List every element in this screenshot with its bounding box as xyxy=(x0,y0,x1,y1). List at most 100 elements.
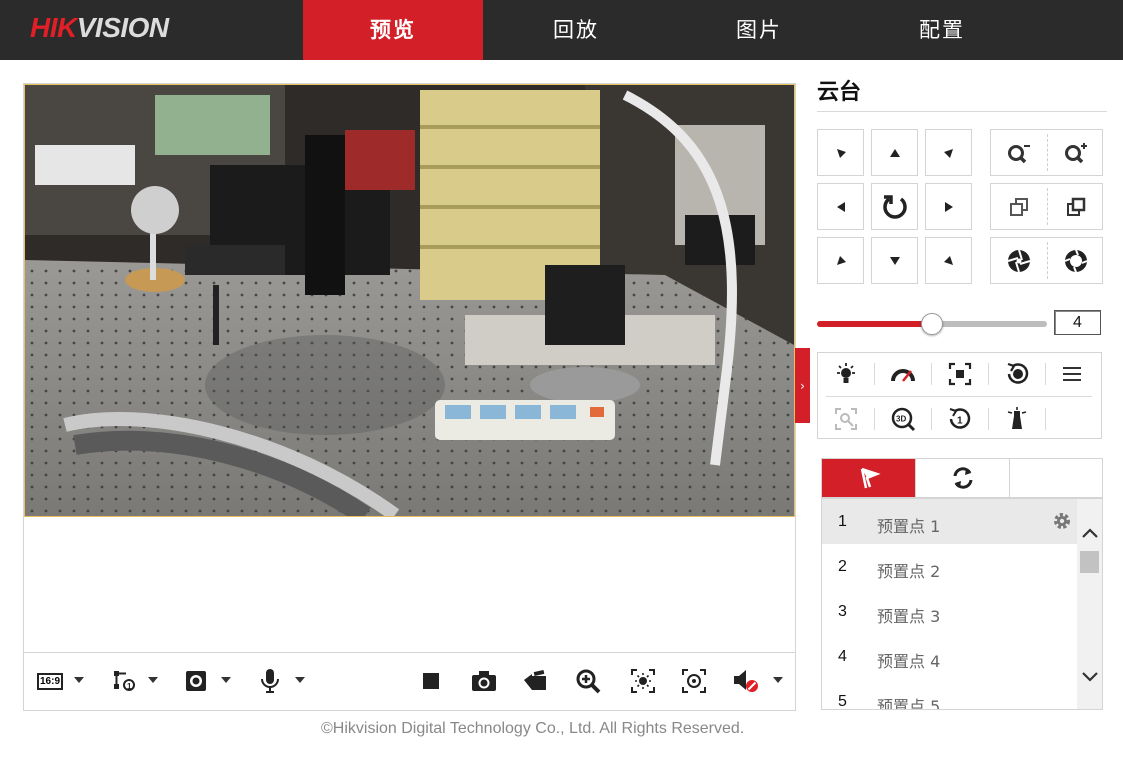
scroll-down-button[interactable] xyxy=(1077,665,1102,689)
ptz-speed-slider[interactable] xyxy=(817,313,1047,335)
iris-close-button[interactable] xyxy=(991,238,1047,283)
zoom-1x-button[interactable]: 1 xyxy=(942,404,978,434)
preset-row[interactable]: 1 预置点 1 xyxy=(822,499,1077,544)
ptz-speed-handle[interactable] xyxy=(921,313,943,335)
stream-type-icon: 1 xyxy=(114,671,135,691)
capture-button[interactable] xyxy=(470,667,498,695)
iris-group xyxy=(990,237,1103,284)
arrow-up-icon xyxy=(889,148,900,157)
3d-positioning-icon: 3D xyxy=(891,407,916,432)
wiper-button[interactable] xyxy=(885,359,921,389)
ptz-title: 云台 xyxy=(817,80,862,105)
ptz-speed-fill xyxy=(817,321,932,327)
tab-live-view[interactable]: 预览 xyxy=(303,0,483,60)
pan-down-right-button[interactable] xyxy=(925,237,972,284)
zoom-out-button[interactable] xyxy=(991,130,1047,175)
arrow-down-icon xyxy=(889,256,900,265)
preset-row[interactable]: 4 预置点 4 xyxy=(822,634,1077,679)
func-separator xyxy=(874,363,875,385)
tilt-down-button[interactable] xyxy=(871,237,918,284)
hikvision-logo: HIKVISION xyxy=(30,12,169,44)
tab-playback[interactable]: 回放 xyxy=(486,0,666,60)
video-window[interactable] xyxy=(24,84,795,517)
tab-picture[interactable]: 图片 xyxy=(669,0,849,60)
svg-text:3D: 3D xyxy=(896,415,906,424)
pan-left-button[interactable] xyxy=(817,183,864,230)
preset-scrollbar[interactable] xyxy=(1077,499,1102,709)
collapse-panel-tab[interactable]: › xyxy=(795,348,810,423)
func-separator xyxy=(931,363,932,385)
preset-row[interactable]: 2 预置点 2 xyxy=(822,544,1077,589)
gear-icon[interactable] xyxy=(1052,511,1072,531)
auto-pan-button[interactable] xyxy=(871,183,918,230)
preset-name: 预置点 2 xyxy=(877,562,941,581)
preset-row[interactable]: 5 预置点 5 xyxy=(822,679,1077,709)
preset-number: 2 xyxy=(838,558,847,575)
preset-row[interactable]: 3 预置点 3 xyxy=(822,589,1077,634)
func-separator xyxy=(988,363,989,385)
stream-type-dropdown-caret[interactable] xyxy=(148,677,158,683)
stream-type-button[interactable]: 1 xyxy=(110,667,138,695)
plugin-dropdown-caret[interactable] xyxy=(221,677,231,683)
tab-configuration[interactable]: 配置 xyxy=(852,0,1032,60)
func-separator xyxy=(988,408,989,430)
preset-patrol-tabs xyxy=(821,458,1103,498)
iris-close-icon xyxy=(1007,249,1031,272)
zoom-in-button[interactable] xyxy=(1048,130,1104,175)
auto-rotate-icon xyxy=(882,194,907,219)
func-separator xyxy=(874,408,875,430)
tab-preset[interactable] xyxy=(822,459,915,497)
tab-patrol[interactable] xyxy=(916,459,1009,497)
func-separator xyxy=(931,408,932,430)
manual-tracking-button[interactable] xyxy=(828,404,864,434)
tab-pattern[interactable] xyxy=(1010,459,1102,497)
plugin-button[interactable] xyxy=(182,667,210,695)
record-button[interactable] xyxy=(521,667,549,695)
func-separator xyxy=(1045,408,1046,430)
more-menu-button[interactable] xyxy=(1054,359,1090,389)
lens-initialization-button[interactable] xyxy=(999,359,1035,389)
manual-tracking-icon xyxy=(835,408,857,430)
pan-down-left-button[interactable] xyxy=(817,237,864,284)
iris-open-icon xyxy=(1064,249,1088,272)
pan-right-button[interactable] xyxy=(925,183,972,230)
capture-icon xyxy=(472,671,496,691)
aspect-ratio-dropdown-caret[interactable] xyxy=(74,677,84,683)
digital-zoom-button[interactable] xyxy=(574,667,602,695)
audio-dropdown-caret[interactable] xyxy=(773,677,783,683)
wiper-icon xyxy=(891,369,915,382)
microphone-icon xyxy=(261,669,279,693)
menu-icon xyxy=(1063,367,1081,381)
pan-up-left-button[interactable] xyxy=(817,129,864,176)
aspect-ratio-button[interactable]: 16:9 xyxy=(35,667,65,695)
one-touch-focus-button[interactable] xyxy=(942,359,978,389)
stop-live-view-button[interactable] xyxy=(417,667,445,695)
focus-near-button[interactable] xyxy=(991,184,1047,229)
preset-flag-icon xyxy=(860,467,881,489)
preset-name: 预置点 3 xyxy=(877,607,941,626)
focus-far-icon xyxy=(1067,197,1086,216)
logo-text-red: HIK xyxy=(30,12,77,43)
regional-focus-button[interactable] xyxy=(680,667,708,695)
zoom-out-icon xyxy=(1008,144,1030,163)
arrow-down-left-icon xyxy=(836,255,846,265)
tilt-up-button[interactable] xyxy=(871,129,918,176)
scroll-up-button[interactable] xyxy=(1077,521,1102,545)
lens-initialization-icon xyxy=(1007,362,1029,384)
microphone-dropdown-caret[interactable] xyxy=(295,677,305,683)
scroll-thumb[interactable] xyxy=(1080,551,1099,573)
iris-open-button[interactable] xyxy=(1048,238,1104,283)
3d-positioning-button[interactable]: 3D xyxy=(885,404,921,434)
arrow-down-right-icon xyxy=(943,255,953,265)
ptz-speed-value[interactable]: 4 xyxy=(1054,310,1101,335)
stop-live-view-icon xyxy=(423,673,439,689)
pan-up-right-button[interactable] xyxy=(925,129,972,176)
regional-exposure-button[interactable] xyxy=(629,667,657,695)
microphone-button[interactable] xyxy=(256,667,284,695)
tracking-button[interactable] xyxy=(999,404,1035,434)
preset-number: 4 xyxy=(838,648,847,665)
audio-button[interactable] xyxy=(732,667,760,695)
plugin-icon xyxy=(186,671,206,691)
light-button[interactable] xyxy=(828,359,864,389)
focus-far-button[interactable] xyxy=(1048,184,1104,229)
